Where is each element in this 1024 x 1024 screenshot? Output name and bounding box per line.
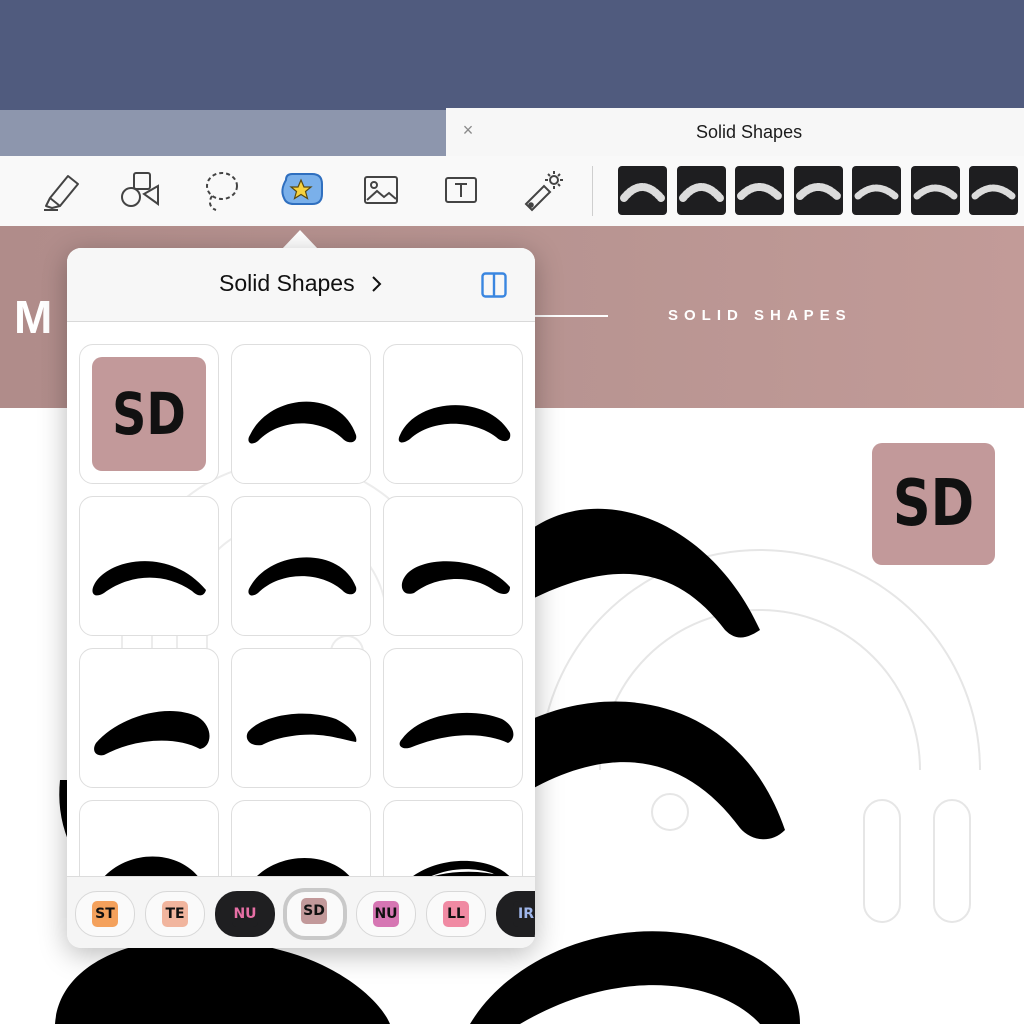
- shape-tile[interactable]: [383, 496, 523, 636]
- shape-tile[interactable]: [383, 648, 523, 788]
- banner-divider: [535, 315, 608, 317]
- popover-header: Solid Shapes: [67, 248, 535, 322]
- banner-title: SOLID SHAPES: [668, 307, 852, 324]
- set-chip[interactable]: ST: [75, 891, 135, 937]
- banner-letter: M: [14, 291, 53, 343]
- shape-tile[interactable]: [79, 800, 219, 876]
- shape-thumbnail[interactable]: [618, 166, 667, 215]
- shape-tile[interactable]: [231, 648, 371, 788]
- popover-arrow: [282, 230, 318, 249]
- shape-tile[interactable]: [383, 344, 523, 484]
- shapes-icon[interactable]: [116, 168, 162, 214]
- laser-pointer-icon[interactable]: [518, 168, 564, 214]
- shape-tile[interactable]: [383, 800, 523, 876]
- shape-tile[interactable]: [231, 496, 371, 636]
- shape-tile[interactable]: [79, 648, 219, 788]
- set-chip[interactable]: IR: [496, 891, 535, 937]
- set-chip[interactable]: NU: [215, 891, 275, 937]
- popover-title: Solid Shapes: [219, 270, 355, 296]
- app-top-bar: [0, 0, 1024, 110]
- toolbar-divider: [592, 166, 593, 216]
- set-chip[interactable]: LL: [426, 891, 486, 937]
- shape-thumbnail[interactable]: [911, 166, 960, 215]
- text-box-icon[interactable]: [438, 168, 484, 214]
- split-panel-icon[interactable]: [481, 272, 507, 298]
- highlighter-icon[interactable]: [38, 168, 84, 214]
- set-badge: SD: [872, 443, 995, 565]
- set-chip-bar: ST TE NU SD NU LL IR: [67, 876, 535, 948]
- close-tab-icon[interactable]: ×: [456, 118, 480, 142]
- shape-thumbnail[interactable]: [852, 166, 901, 215]
- shape-tile-cover[interactable]: SD: [79, 344, 219, 484]
- set-cover-badge: SD: [92, 357, 206, 471]
- set-chip[interactable]: NU: [356, 891, 416, 937]
- elements-sticker-icon[interactable]: [278, 168, 324, 214]
- tab-title: Solid Shapes: [696, 122, 803, 142]
- toolbar: [0, 156, 1024, 227]
- document-tab[interactable]: × Solid Shapes: [446, 108, 1024, 157]
- lasso-icon[interactable]: [198, 168, 244, 214]
- elements-popover: Solid Shapes SD ST TE NU SD NU LL IR: [67, 248, 535, 948]
- set-chip[interactable]: TE: [145, 891, 205, 937]
- shape-tile[interactable]: [231, 800, 371, 876]
- set-chip-selected[interactable]: SD: [283, 888, 347, 940]
- chevron-right-icon: [371, 270, 383, 297]
- image-icon[interactable]: [358, 168, 404, 214]
- shape-tile[interactable]: [79, 496, 219, 636]
- shape-thumbnail[interactable]: [969, 166, 1018, 215]
- shape-thumbnail[interactable]: [794, 166, 843, 215]
- shape-grid: SD: [67, 322, 535, 876]
- shape-tile[interactable]: [231, 344, 371, 484]
- shape-thumbnail[interactable]: [735, 166, 784, 215]
- document-tab-strip: [0, 110, 446, 156]
- shape-thumbnail[interactable]: [677, 166, 726, 215]
- popover-title-button[interactable]: Solid Shapes: [67, 270, 535, 297]
